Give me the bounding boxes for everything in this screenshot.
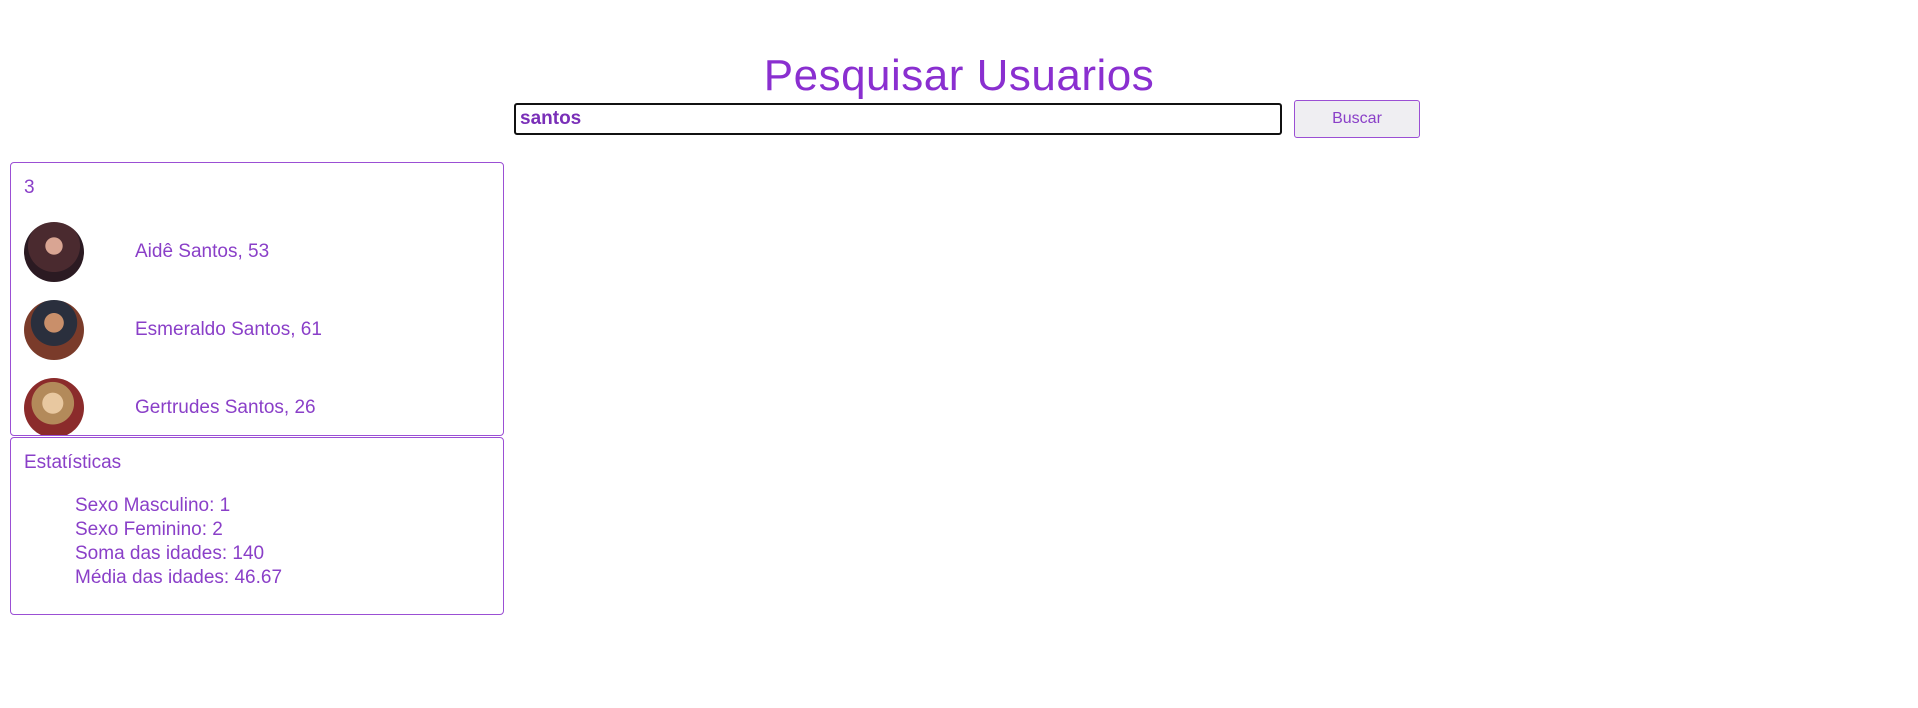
- user-label: Esmeraldo Santos, 61: [135, 319, 322, 340]
- page-title: Pesquisar Usuarios: [763, 51, 1155, 101]
- stats-list: Sexo Masculino: 1 Sexo Feminino: 2 Soma …: [75, 494, 282, 590]
- user-list: Aidê Santos, 53 Esmeraldo Santos, 61 Ger…: [24, 213, 322, 435]
- search-input[interactable]: [514, 103, 1282, 135]
- avatar: [24, 378, 84, 435]
- search-bar: Buscar: [514, 100, 1420, 138]
- user-label: Gertrudes Santos, 26: [135, 397, 316, 418]
- avatar: [24, 222, 84, 282]
- stat-age-average: Média das idades: 46.67: [75, 567, 283, 588]
- search-button[interactable]: Buscar: [1294, 100, 1420, 138]
- list-item: Esmeraldo Santos, 61: [24, 291, 322, 369]
- stat-male-count: Sexo Masculino: 1: [75, 495, 231, 516]
- user-label: Aidê Santos, 53: [135, 241, 270, 262]
- page: Pesquisar Usuarios Buscar 3 Aidê Santos,…: [0, 0, 1918, 708]
- list-item: Gertrudes Santos, 26: [24, 369, 322, 435]
- stat-female-count: Sexo Feminino: 2: [75, 519, 223, 540]
- stats-title: Estatísticas: [24, 452, 122, 473]
- stats-panel: Estatísticas Sexo Masculino: 1 Sexo Femi…: [10, 437, 504, 615]
- result-count: 3: [24, 177, 35, 198]
- results-panel: 3 Aidê Santos, 53 Esmeraldo Santos, 61 G…: [10, 162, 504, 436]
- stat-age-sum: Soma das idades: 140: [75, 543, 265, 564]
- avatar: [24, 300, 84, 360]
- list-item: Aidê Santos, 53: [24, 213, 322, 291]
